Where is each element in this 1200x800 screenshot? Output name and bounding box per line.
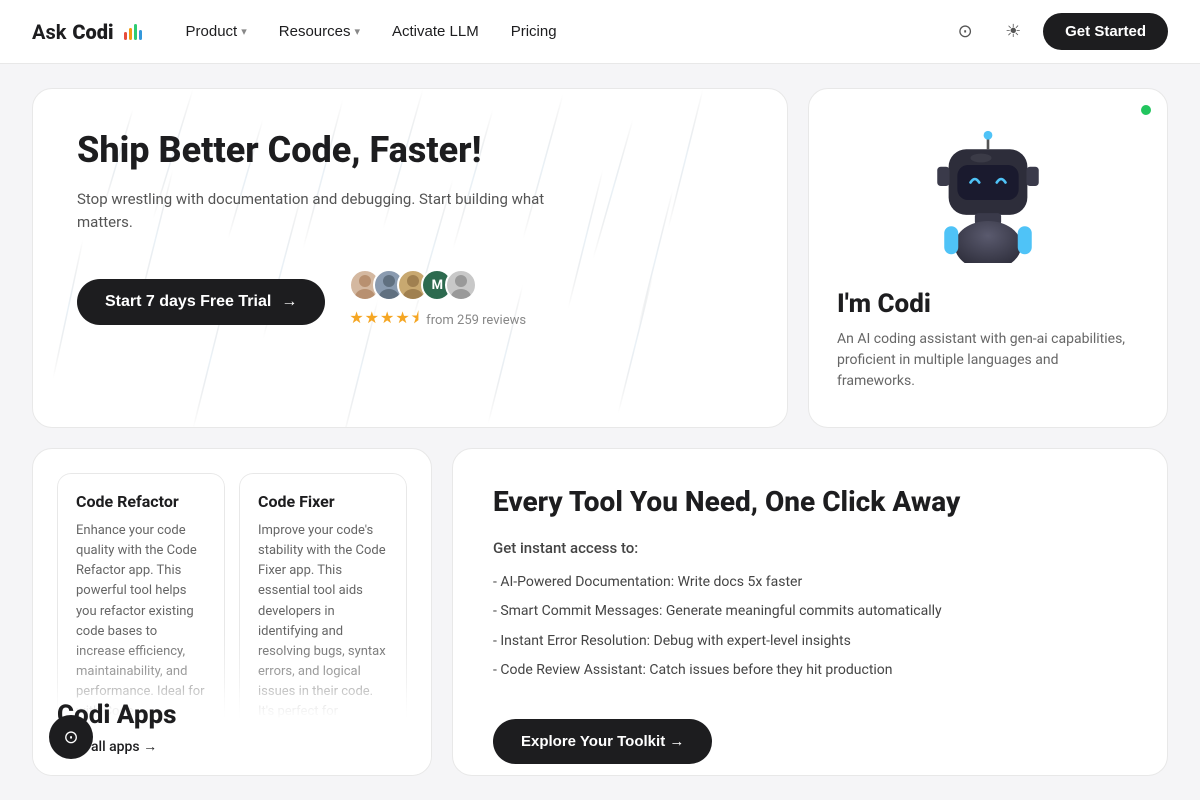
code-refactor-title: Code Refactor: [76, 492, 206, 511]
nav-item-activate-llm[interactable]: Activate LLM: [380, 15, 491, 48]
codi-online-dot: [1141, 105, 1151, 115]
avatar-group: M: [349, 269, 526, 301]
hero-content: Ship Better Code, Faster! Stop wrestling…: [77, 129, 743, 334]
hero-title: Ship Better Code, Faster!: [77, 129, 577, 172]
trial-button[interactable]: Start 7 days Free Trial →: [77, 279, 325, 325]
resources-chevron-icon: ▾: [354, 25, 360, 38]
codi-card: I'm Codi An AI coding assistant with gen…: [808, 88, 1168, 428]
top-row: Ship Better Code, Faster! Stop wrestling…: [32, 88, 1168, 428]
nav-item-product[interactable]: Product ▾: [174, 15, 259, 48]
explore-toolkit-button[interactable]: Explore Your Toolkit →: [493, 719, 712, 764]
toolkit-list: - AI-Powered Documentation: Write docs 5…: [493, 573, 1127, 691]
chat-icon: ⊙: [63, 727, 78, 748]
view-all-apps-link[interactable]: View all apps →: [57, 738, 407, 755]
stars-row: ★★★★⯨ from 259 reviews: [349, 307, 526, 334]
logo[interactable]: AskCodi: [32, 20, 142, 44]
toolkit-item-2: - Smart Commit Messages: Generate meanin…: [493, 602, 1127, 622]
codi-name: I'm Codi: [837, 289, 931, 319]
robot-svg: [918, 123, 1058, 263]
star-icons: ★★★★⯨: [349, 307, 420, 334]
get-started-button[interactable]: Get Started: [1043, 13, 1168, 50]
left-panel: Code Refactor Enhance your code quality …: [32, 448, 432, 776]
nav-item-resources[interactable]: Resources ▾: [267, 15, 372, 48]
codi-robot-image: [908, 113, 1068, 273]
review-count: from 259 reviews: [426, 313, 526, 328]
right-panel: Every Tool You Need, One Click Away Get …: [452, 448, 1168, 776]
bottom-row: Code Refactor Enhance your code quality …: [32, 448, 1168, 776]
logo-ask: Ask: [32, 20, 66, 44]
nav-item-pricing[interactable]: Pricing: [499, 15, 569, 48]
navbar-right: ⊙ ☀ Get Started: [947, 13, 1168, 50]
chat-icon-button[interactable]: ⊙: [49, 715, 93, 759]
nav-items: Product ▾ Resources ▾ Activate LLM Prici…: [174, 15, 569, 48]
toolkit-item-4: - Code Review Assistant: Catch issues be…: [493, 661, 1127, 681]
product-chevron-icon: ▾: [241, 25, 247, 38]
help-icon-button[interactable]: ⊙: [947, 14, 983, 50]
arrow-icon: →: [281, 293, 297, 311]
navbar: AskCodi Product ▾ Resources ▾ Activate L…: [0, 0, 1200, 64]
codi-description: An AI coding assistant with gen-ai capab…: [837, 329, 1139, 392]
hero-subtitle: Stop wrestling with documentation and de…: [77, 188, 557, 233]
navbar-left: AskCodi Product ▾ Resources ▾ Activate L…: [32, 15, 569, 48]
toolkit-item-1: - AI-Powered Documentation: Write docs 5…: [493, 573, 1127, 593]
code-fixer-title: Code Fixer: [258, 492, 388, 511]
main-content: Ship Better Code, Faster! Stop wrestling…: [0, 64, 1200, 800]
hero-card: Ship Better Code, Faster! Stop wrestling…: [32, 88, 788, 428]
logo-codi: Codi: [72, 20, 113, 44]
toolkit-subtitle: Get instant access to:: [493, 539, 1127, 557]
codi-apps-section: Codi Apps View all apps →: [33, 684, 431, 775]
codi-apps-title: Codi Apps: [57, 700, 407, 730]
hero-bottom: Start 7 days Free Trial →: [77, 269, 743, 334]
avatar-5: [445, 269, 477, 301]
theme-toggle-button[interactable]: ☀: [995, 14, 1031, 50]
toolkit-item-3: - Instant Error Resolution: Debug with e…: [493, 632, 1127, 652]
reviews-section: M ★★★★⯨ from 259 reviews: [349, 269, 526, 334]
logo-bars-icon: [124, 24, 142, 40]
toolkit-title: Every Tool You Need, One Click Away: [493, 485, 1127, 519]
